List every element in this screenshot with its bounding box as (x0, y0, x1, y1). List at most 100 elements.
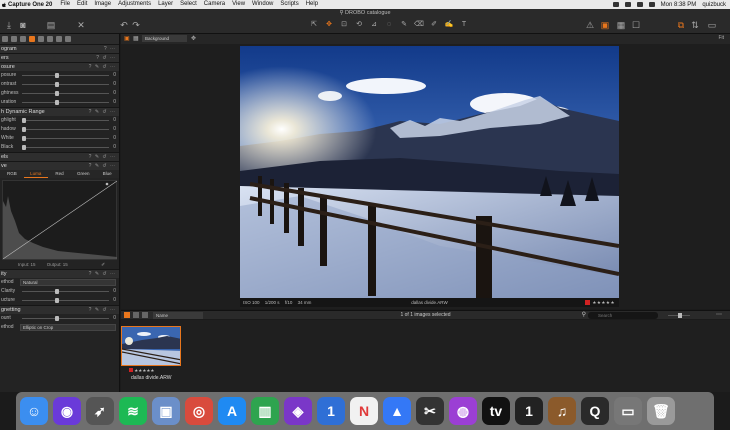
menu-view[interactable]: View (232, 0, 245, 9)
slider-track[interactable] (22, 318, 109, 319)
dock-keynote-icon[interactable]: ▲ (383, 397, 411, 425)
slider-value[interactable]: 0 (113, 116, 116, 125)
wifi-icon[interactable] (636, 2, 643, 7)
structure-slider[interactable]: ucture 0 (0, 296, 119, 305)
metadata-tab-icon[interactable] (56, 36, 62, 42)
menu-select[interactable]: Select (180, 0, 197, 9)
view-mode-icon[interactable]: ▭ (707, 20, 717, 30)
slider-value[interactable]: 0 (113, 287, 116, 296)
contrast-slider[interactable]: ontrast 0 (0, 80, 119, 89)
slider-knob[interactable] (55, 289, 59, 294)
menu-app-name[interactable]: Capture One 20 (8, 2, 52, 8)
grid-icon[interactable]: ▦ (616, 20, 626, 30)
slider-value[interactable]: 0 (113, 89, 116, 98)
viewer-grid-icon[interactable]: ▦ (133, 35, 139, 42)
keystone-tool-icon[interactable]: ⊿ (368, 20, 380, 30)
slider-track[interactable] (22, 120, 109, 121)
highlight-slider[interactable]: ghlight 0 (0, 116, 119, 125)
picker-icon[interactable]: ✐ (101, 260, 105, 269)
slider-value[interactable]: 0 (113, 71, 116, 80)
dock-podcasts-icon[interactable]: ◍ (449, 397, 477, 425)
exposure-header[interactable]: osure? ✎ ↺ ⋯ (0, 62, 119, 71)
color-tag[interactable] (585, 300, 591, 306)
tab-red[interactable]: Red (48, 170, 72, 178)
slider-value[interactable]: 0 (113, 134, 116, 143)
export-icon[interactable]: ▤ (46, 20, 56, 30)
select-tool-icon[interactable]: ✥ (323, 20, 335, 30)
exposure-slider[interactable]: posure 0 (0, 71, 119, 80)
details-tab-icon[interactable] (47, 36, 53, 42)
dock-app-store-icon[interactable]: A (218, 397, 246, 425)
output-tab-icon[interactable] (65, 36, 71, 42)
tray-icon[interactable] (612, 2, 619, 7)
clarity-method[interactable]: ethod Natural (0, 278, 119, 287)
slider-knob[interactable] (22, 136, 26, 141)
picker-tool-icon[interactable]: ✐ (428, 20, 440, 30)
main-photo[interactable] (240, 46, 619, 298)
dock-screenshot-icon[interactable]: ▭ (614, 397, 642, 425)
menu-file[interactable]: File (60, 0, 70, 9)
clarity-header[interactable]: ity? ✎ ↺ ⋯ (0, 269, 119, 278)
tab-blue[interactable]: Blue (95, 170, 119, 178)
hdr-header[interactable]: h Dynamic Range? ✎ ↺ ⋯ (0, 107, 119, 116)
tab-luma[interactable]: Luma (23, 170, 48, 178)
camera-icon[interactable]: ◙ (18, 20, 28, 30)
slider-track[interactable] (22, 138, 109, 139)
dock-quicktime-icon[interactable]: Q (581, 397, 609, 425)
menu-window[interactable]: Window (252, 0, 273, 9)
dock-spotify-icon[interactable]: ≋ (119, 397, 147, 425)
color-tag[interactable] (129, 368, 133, 372)
menu-layer[interactable]: Layer (158, 0, 173, 9)
erase-tool-icon[interactable]: ⌫ (413, 20, 425, 30)
slider-knob[interactable] (55, 298, 59, 303)
menu-adjustments[interactable]: Adjustments (118, 0, 151, 9)
tab-green[interactable]: Green (71, 170, 95, 178)
photo-rating[interactable]: ★★★★★ (585, 298, 615, 307)
dock-capture-one-icon[interactable]: 1 (515, 397, 543, 425)
exposure-tab-icon[interactable] (29, 36, 35, 42)
thumbnail-dallas-divide[interactable] (121, 326, 181, 366)
viewer-mode-icon[interactable]: ▣ (124, 35, 130, 42)
slider-knob[interactable] (22, 118, 26, 123)
slider-knob[interactable] (22, 145, 26, 150)
undo-icon[interactable]: ↶ (119, 20, 129, 30)
thumbnail-rating[interactable]: ★★★★★ (134, 368, 154, 373)
dock-chrome-icon[interactable]: ◎ (185, 397, 213, 425)
slider-value[interactable]: 0 (113, 80, 116, 89)
tab-rgb[interactable]: RGB (0, 170, 24, 178)
zoom-level[interactable]: Fit (718, 35, 724, 41)
menu-camera[interactable]: Camera (204, 0, 225, 9)
slider-value[interactable]: 0 (113, 296, 116, 305)
histogram-header[interactable]: ogram? ⋯ (0, 44, 119, 53)
redo-icon[interactable]: ↷ (131, 20, 141, 30)
proof-icon[interactable]: ▣ (600, 20, 610, 30)
vignetting-amount-slider[interactable]: ount 0 (0, 314, 119, 323)
curve-header[interactable]: ve ? ✎ ↺ ⋯ (0, 161, 119, 170)
annotate-tool-icon[interactable]: ✍ (443, 20, 455, 30)
menu-scripts[interactable]: Scripts (280, 0, 298, 9)
slider-track[interactable] (22, 129, 109, 130)
battery-icon[interactable] (648, 2, 655, 7)
text-tool-icon[interactable]: T (458, 20, 470, 30)
slider-track[interactable] (22, 84, 109, 85)
black-slider[interactable]: Black 0 (0, 143, 119, 152)
slider-knob[interactable] (55, 91, 59, 96)
menubar-user[interactable]: quizbuck (702, 2, 726, 8)
apple-icon[interactable] (2, 2, 6, 8)
slider-knob[interactable] (55, 100, 59, 105)
close-icon[interactable]: ✕ (76, 20, 86, 30)
clarity-slider[interactable]: Clarity 0 (0, 287, 119, 296)
rating-stars[interactable]: ★★★★★ (592, 300, 615, 305)
vignetting-method[interactable]: ethod Elliptic on Crop (0, 323, 119, 332)
menu-help[interactable]: Help (306, 0, 318, 9)
brightness-slider[interactable]: ghtness 0 (0, 89, 119, 98)
dock-siri-icon[interactable]: ◉ (53, 397, 81, 425)
clarity-method-select[interactable]: Natural (20, 279, 116, 286)
search-input[interactable]: Search (588, 312, 658, 319)
slider-value[interactable]: 0 (113, 314, 116, 323)
copy-adjustments-icon[interactable]: ⧉ (676, 20, 686, 30)
lens-tab-icon[interactable] (20, 36, 26, 42)
color-tab-icon[interactable] (38, 36, 44, 42)
dock-apple-tv-icon[interactable]: tv (482, 397, 510, 425)
slider-value[interactable]: 0 (113, 98, 116, 107)
